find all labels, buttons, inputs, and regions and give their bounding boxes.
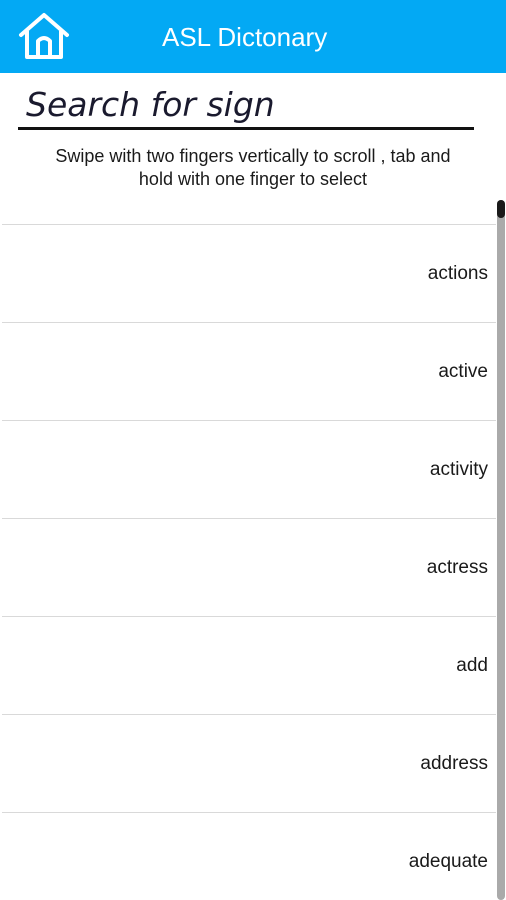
list-item[interactable]: activity bbox=[2, 420, 496, 518]
home-button[interactable] bbox=[14, 9, 74, 63]
list-item[interactable]: adequate bbox=[2, 812, 496, 900]
list-item-label: active bbox=[438, 360, 488, 382]
list-item-label: actress bbox=[426, 556, 488, 578]
instruction-line-1: Swipe with two fingers vertically to scr… bbox=[55, 146, 451, 166]
list-item-label: add bbox=[456, 654, 488, 676]
list-item[interactable]: add bbox=[2, 616, 496, 714]
scrollbar-thumb[interactable] bbox=[497, 200, 505, 218]
sign-list[interactable]: actions active activity actress add addr… bbox=[0, 224, 496, 900]
list-item-label: actions bbox=[427, 262, 488, 284]
list-item-label: adequate bbox=[408, 850, 488, 872]
home-icon bbox=[19, 13, 69, 59]
scrollbar-track[interactable] bbox=[497, 200, 505, 900]
list-item[interactable]: active bbox=[2, 322, 496, 420]
list-item-label: activity bbox=[429, 458, 488, 480]
app-bar: ASL Dictonary bbox=[0, 0, 506, 73]
list-item[interactable]: actress bbox=[2, 518, 496, 616]
app-title: ASL Dictonary bbox=[162, 22, 328, 52]
list-item[interactable]: address bbox=[2, 714, 496, 812]
instruction-line-2: hold with one finger to select bbox=[138, 169, 368, 189]
instruction-text: Swipe with two fingers vertically to scr… bbox=[10, 145, 496, 191]
app-screen: ASL Dictonary Swipe with two fingers ver… bbox=[0, 0, 506, 900]
list-item[interactable]: actions bbox=[2, 224, 496, 322]
search-input[interactable] bbox=[18, 82, 474, 130]
list-item-label: address bbox=[420, 752, 488, 774]
